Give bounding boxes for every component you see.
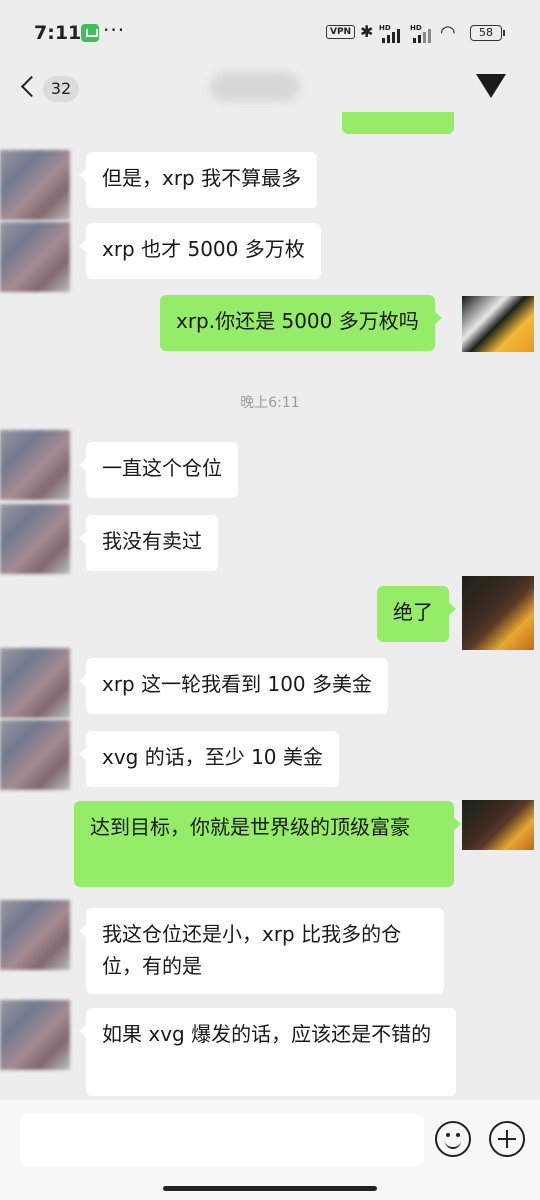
message-timestamp: 晚上6:11 xyxy=(240,395,300,411)
contact-avatar[interactable] xyxy=(0,648,70,718)
clock: 7:11 xyxy=(34,22,82,44)
home-indicator[interactable] xyxy=(163,1186,377,1191)
message-bubble-incoming[interactable]: xrp 也才 5000 多万枚 xyxy=(79,223,321,279)
my-avatar[interactable] xyxy=(462,800,534,850)
signal-icon-2 xyxy=(413,27,435,43)
message-input[interactable] xyxy=(20,1114,424,1166)
message-bubble-outgoing[interactable]: 达到目标，你就是世界级的顶级富豪 xyxy=(74,801,461,887)
bluetooth-icon: ✱ xyxy=(360,22,374,41)
contact-avatar[interactable] xyxy=(0,720,70,790)
message-input-bar xyxy=(0,1100,540,1200)
app-notification-icon xyxy=(81,24,99,42)
message-bubble-incoming[interactable]: 我没有卖过 xyxy=(79,515,218,571)
message-bubble-incoming[interactable]: xrp 这一轮我看到 100 多美金 xyxy=(79,658,388,714)
message-bubble-incoming[interactable]: 如果 xvg 爆发的话，应该还是不错的 xyxy=(79,1008,456,1096)
status-bar: 7:11 ··· VPN ✱ HD HD ◠ 58 xyxy=(0,0,540,64)
contact-avatar[interactable] xyxy=(0,1000,70,1070)
wifi-icon: ◠ xyxy=(440,22,456,43)
more-options-icon[interactable] xyxy=(476,74,506,98)
contact-avatar[interactable] xyxy=(0,150,70,220)
message-bubble-incoming[interactable]: 我这仓位还是小，xrp 比我多的仓位，有的是 xyxy=(79,908,444,994)
contact-avatar[interactable] xyxy=(0,222,70,292)
add-attachment-icon[interactable] xyxy=(489,1121,525,1157)
message-bubble-outgoing[interactable]: xrp.你还是 5000 多万枚吗 xyxy=(160,295,442,351)
unread-count-badge: 32 xyxy=(43,76,79,102)
contact-name-blurred xyxy=(210,72,300,102)
message-list[interactable]: 但是，xrp 我不算最多 xrp 也才 5000 多万枚 xrp.你还是 500… xyxy=(0,112,540,1100)
signal-icon xyxy=(382,27,404,43)
chevron-left-icon xyxy=(20,75,43,98)
battery-icon: 58 xyxy=(470,25,505,41)
vpn-icon: VPN xyxy=(326,25,356,39)
message-bubble-incoming[interactable]: xvg 的话，至少 10 美金 xyxy=(79,731,339,787)
my-avatar[interactable] xyxy=(462,296,534,352)
back-button[interactable]: 32 xyxy=(20,74,82,104)
emoji-icon[interactable] xyxy=(435,1121,471,1157)
more-notifications-icon: ··· xyxy=(103,18,126,42)
message-bubble-incoming[interactable]: 一直这个仓位 xyxy=(79,442,238,498)
message-bubble-outgoing[interactable]: 绝了 xyxy=(377,586,456,642)
message-bubble-incoming[interactable]: 但是，xrp 我不算最多 xyxy=(78,152,318,208)
chat-header: 32 xyxy=(0,64,540,112)
contact-avatar[interactable] xyxy=(0,504,70,574)
my-avatar[interactable] xyxy=(462,576,534,650)
contact-avatar[interactable] xyxy=(0,900,70,970)
contact-avatar[interactable] xyxy=(0,430,70,500)
previous-message-bubble xyxy=(342,112,454,134)
